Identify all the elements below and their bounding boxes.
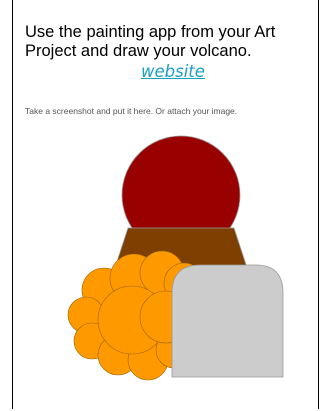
page-heading: Use the painting app from your Art Proje…	[25, 23, 276, 60]
document-page: Use the painting app from your Art Proje…	[12, 0, 319, 409]
website-link[interactable]: website	[141, 61, 205, 83]
volcano-drawing[interactable]	[66, 135, 286, 385]
rock-shape[interactable]	[171, 264, 284, 378]
instructions-text: Take a screenshot and put it here. Or at…	[25, 106, 238, 116]
